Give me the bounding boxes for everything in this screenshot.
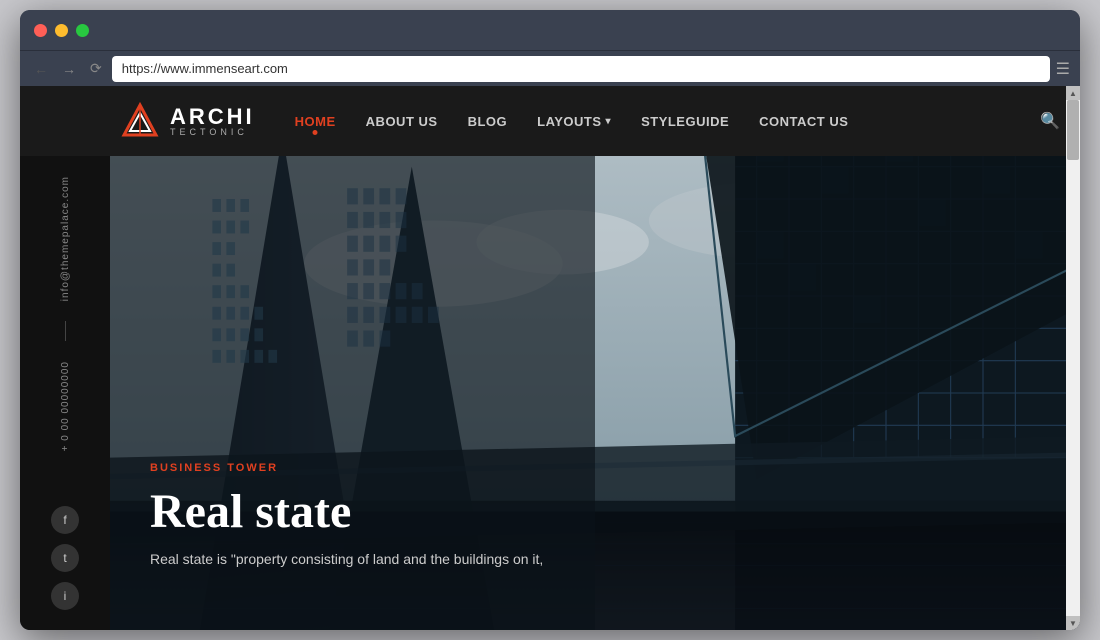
nav-contact[interactable]: CONTACT US xyxy=(759,114,848,129)
sidebar-divider xyxy=(65,321,66,341)
hero-section: BUSINESS TOWER Real state Real state is … xyxy=(110,156,1080,630)
nav-layouts[interactable]: LAYOUTS xyxy=(537,114,611,129)
sidebar-texts: info@themepalace.com + 0 00 00000000 xyxy=(60,176,71,452)
facebook-icon[interactable]: f xyxy=(51,506,79,534)
hero-title: Real state xyxy=(150,484,1040,539)
site-nav: ARCHI TECTONIC HOME ABOUT US BLOG LAYOUT… xyxy=(20,86,1080,156)
sidebar-email: info@themepalace.com xyxy=(60,176,71,301)
refresh-button[interactable]: ⟳ xyxy=(86,58,106,79)
site-logo[interactable]: ARCHI TECTONIC xyxy=(120,101,255,141)
hero-category: BUSINESS TOWER xyxy=(150,462,1040,474)
nav-styleguide[interactable]: STYLEGUIDE xyxy=(641,114,729,129)
hero-description: Real state is "property consisting of la… xyxy=(150,549,1040,570)
browser-titlebar xyxy=(20,10,1080,50)
sidebar-phone: + 0 00 00000000 xyxy=(60,361,71,451)
scrollbar[interactable]: ▲ ▼ xyxy=(1066,86,1080,630)
logo-archi: ARCHI xyxy=(170,106,255,128)
forward-button[interactable]: → xyxy=(58,59,80,79)
address-bar[interactable] xyxy=(112,56,1050,82)
nav-about[interactable]: ABOUT US xyxy=(366,114,438,129)
website: ▲ ▼ ARCHI TECTONIC xyxy=(20,86,1080,630)
sidebar-socials: f t i xyxy=(51,506,79,610)
scrollbar-thumb[interactable] xyxy=(1067,100,1079,160)
scrollbar-track xyxy=(1066,100,1080,616)
content-area: info@themepalace.com + 0 00 00000000 f t… xyxy=(20,156,1080,630)
sidebar: info@themepalace.com + 0 00 00000000 f t… xyxy=(20,156,110,630)
twitter-icon[interactable]: t xyxy=(51,544,79,572)
scrollbar-up[interactable]: ▲ xyxy=(1066,86,1080,100)
browser-toolbar: ← → ⟳ ☰ xyxy=(20,50,1080,86)
logo-text: ARCHI TECTONIC xyxy=(170,106,255,137)
logo-tectonic: TECTONIC xyxy=(170,128,255,137)
nav-blog[interactable]: BLOG xyxy=(468,114,508,129)
traffic-light-red[interactable] xyxy=(34,24,47,37)
nav-links: HOME ABOUT US BLOG LAYOUTS STYLEGUIDE CO… xyxy=(295,114,1040,129)
hero-content: BUSINESS TOWER Real state Real state is … xyxy=(150,462,1040,570)
instagram-icon[interactable]: i xyxy=(51,582,79,610)
browser-window: ← → ⟳ ☰ ▲ ▼ xyxy=(20,10,1080,630)
scrollbar-down[interactable]: ▼ xyxy=(1066,616,1080,630)
menu-button[interactable]: ☰ xyxy=(1056,59,1070,79)
traffic-light-yellow[interactable] xyxy=(55,24,68,37)
logo-icon xyxy=(120,101,160,141)
traffic-light-green[interactable] xyxy=(76,24,89,37)
search-icon[interactable]: 🔍 xyxy=(1040,111,1060,131)
nav-home[interactable]: HOME xyxy=(295,114,336,129)
back-button[interactable]: ← xyxy=(30,59,52,79)
